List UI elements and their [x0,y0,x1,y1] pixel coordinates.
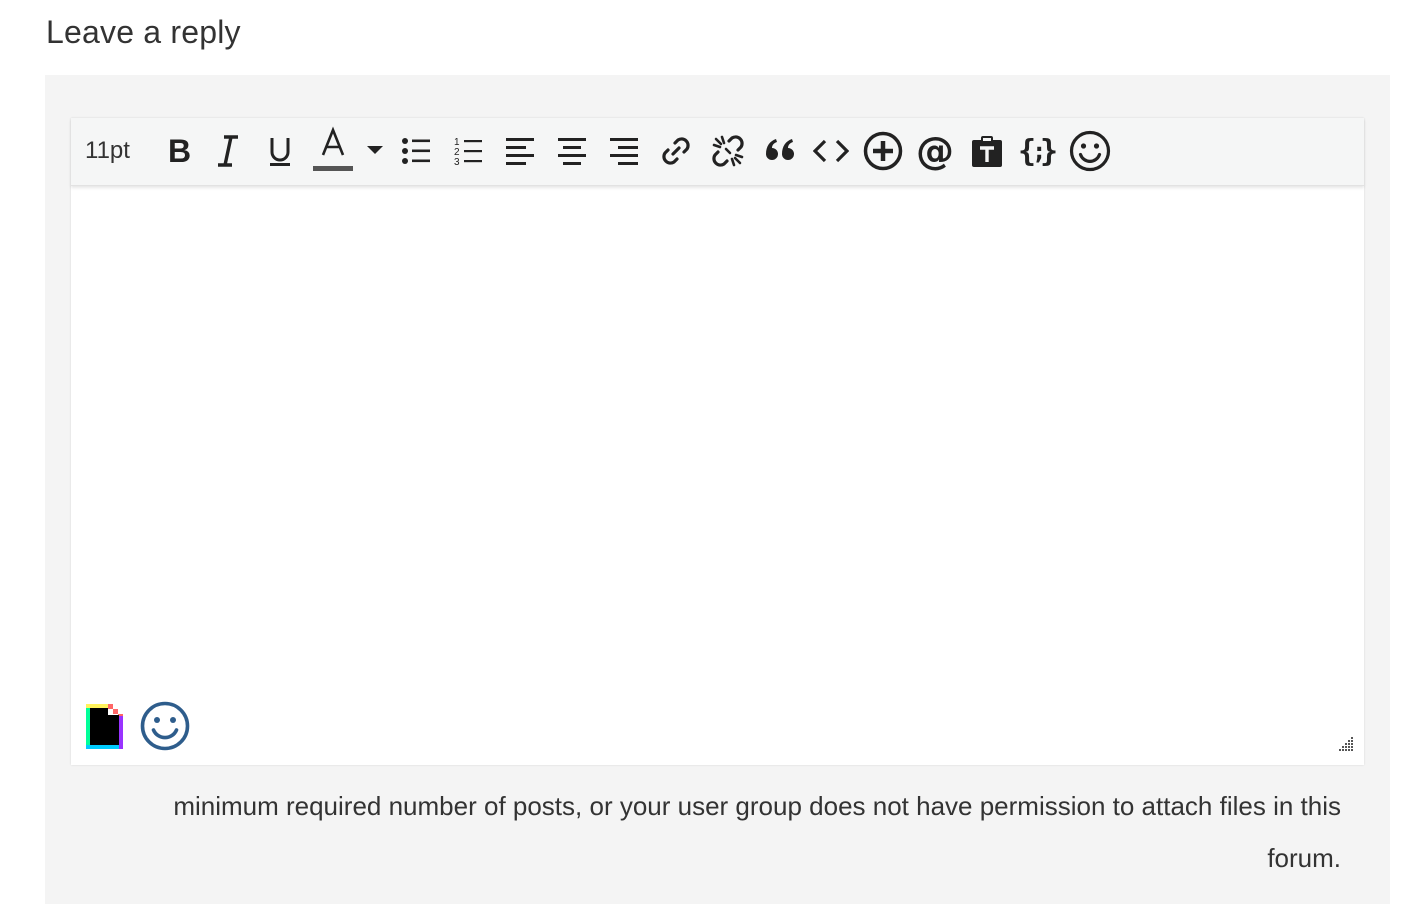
svg-text:@: @ [916,131,954,171]
align-center-icon[interactable] [553,126,591,176]
italic-icon[interactable] [209,126,247,176]
underline-icon[interactable] [261,126,299,176]
reply-heading: Leave a reply [46,14,241,50]
link-icon[interactable] [657,126,695,176]
editor-content-area[interactable] [71,188,1364,765]
numbered-list-icon[interactable]: 1 2 3 [449,126,487,176]
svg-text:}: } [1040,134,1058,168]
paste-text-icon[interactable] [967,126,1007,176]
blockquote-icon[interactable] [761,126,799,176]
dropdown-caret-icon[interactable] [364,126,386,176]
code-icon[interactable] [812,126,850,176]
notice-line-2: forum. [1267,843,1341,873]
editor-bottom-icons [83,700,191,757]
svg-text:B: B [168,135,190,167]
giphy-icon[interactable] [83,701,125,756]
mention-icon[interactable]: @ [913,126,957,176]
editor-toolbar: 11pt B 1 2 3 @ {;} [71,118,1364,186]
align-left-icon[interactable] [501,126,539,176]
smiley-icon[interactable] [139,700,191,757]
align-right-icon[interactable] [605,126,643,176]
svg-text:3: 3 [454,157,460,167]
resize-handle-icon[interactable] [1338,736,1354,757]
unlink-icon[interactable] [709,126,747,176]
code-sample-icon[interactable]: { ; } [1017,126,1059,176]
add-icon[interactable] [861,126,905,176]
notice-line-1: minimum required number of posts, or you… [173,791,1341,821]
bullet-list-icon[interactable] [397,126,435,176]
emoji-icon[interactable] [1068,126,1112,176]
rich-text-editor: 11pt B 1 2 3 @ {;} [71,118,1364,765]
font-size-select[interactable]: 11pt [85,126,145,176]
text-color-icon[interactable] [311,126,355,176]
bold-icon[interactable]: B [159,126,197,176]
attachment-permission-notice: minimum required number of posts, or you… [45,780,1341,884]
